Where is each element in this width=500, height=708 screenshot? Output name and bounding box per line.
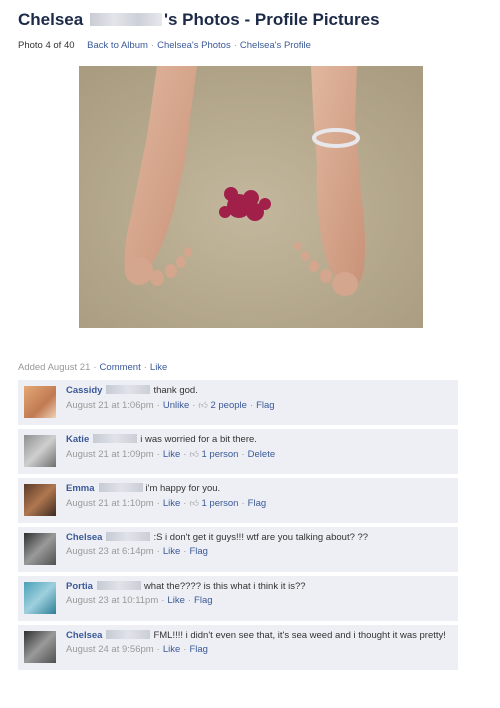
comment-body: Chelsea FML!!!! i didn't even see that, i…	[66, 630, 452, 642]
comment-meta: August 23 at 6:14pm · Like · Flag	[66, 546, 208, 557]
owner-name[interactable]: Chelsea	[18, 10, 83, 29]
comment-body: Cassidy thank god.	[66, 385, 452, 397]
comment-body: Emma i'm happy for you.	[66, 483, 452, 495]
commenter-name[interactable]: Katie	[66, 434, 89, 445]
commenter-name[interactable]: Portia	[66, 581, 93, 592]
like-link[interactable]: Like	[163, 449, 180, 460]
thumbs-up-icon: 👍︎	[198, 400, 208, 410]
comment-list: Cassidy thank god. August 21 at 1:06pm · Un…	[18, 380, 458, 674]
comment-meta: August 21 at 1:06pm · Unlike · 👍︎ 2 people · F…	[66, 400, 275, 411]
page-title: Chelsea 's Photos - Profile Pictures	[18, 10, 380, 30]
photo-actions: Added August 21 · Comment · Like	[18, 362, 167, 373]
redacted-surname	[106, 630, 151, 639]
like-link[interactable]: Like	[150, 362, 167, 373]
comment-text: i was worried for a bit there.	[140, 434, 257, 445]
comment-time: August 21 at 1:06pm	[66, 400, 154, 411]
comment-time: August 23 at 6:14pm	[66, 546, 154, 557]
owner-profile-link[interactable]: Chelsea's Profile	[240, 40, 311, 51]
redacted-surname	[106, 385, 151, 394]
comment-time: August 24 at 9:56pm	[66, 644, 154, 655]
likes-count-link[interactable]: 2 people	[210, 400, 246, 411]
redacted-surname	[89, 13, 162, 26]
photo-image	[79, 66, 423, 328]
avatar[interactable]	[24, 435, 56, 467]
like-link[interactable]: Like	[167, 595, 184, 606]
redacted-surname	[93, 434, 138, 443]
avatar[interactable]	[24, 386, 56, 418]
thumbs-up-icon: 👍︎	[189, 449, 199, 459]
comment-text: FML!!!! i didn't even see that, it's sea…	[153, 630, 446, 641]
comment-body: Chelsea :S i don't get it guys!!! wtf are…	[66, 532, 452, 544]
comment-text: thank god.	[153, 385, 198, 396]
comment-body: Katie i was worried for a bit there.	[66, 434, 452, 446]
comment-meta: August 21 at 1:09pm · Like · 👍︎ 1 person · Del…	[66, 449, 276, 460]
redacted-surname	[106, 532, 151, 541]
likes-count-link[interactable]: 1 person	[202, 449, 239, 460]
comment-item: Emma i'm happy for you. August 21 at 1:10…	[18, 478, 458, 524]
avatar[interactable]	[24, 533, 56, 565]
likes-count-link[interactable]: 1 person	[202, 498, 239, 509]
commenter-name[interactable]: Chelsea	[66, 532, 102, 543]
comment-meta: August 21 at 1:10pm · Like · 👍︎ 1 person · Fla…	[66, 498, 267, 509]
redacted-surname	[96, 581, 141, 590]
separator-dot: ·	[150, 40, 155, 51]
photo-position: Photo 4 of 40	[18, 40, 75, 51]
unlike-link[interactable]: Unlike	[163, 400, 189, 411]
comment-item: Cassidy thank god. August 21 at 1:06pm · Un…	[18, 380, 458, 426]
thumbs-up-icon: 👍︎	[189, 498, 199, 508]
back-to-album-link[interactable]: Back to Album	[87, 40, 148, 51]
comment-item: Katie i was worried for a bit there. Augu…	[18, 429, 458, 475]
comment-item: Chelsea :S i don't get it guys!!! wtf are…	[18, 527, 458, 573]
flag-link[interactable]: Flag	[248, 498, 266, 509]
comment-item: Portia what the???? is this what i think …	[18, 576, 458, 622]
comment-time: August 21 at 1:09pm	[66, 449, 154, 460]
comment-item: Chelsea FML!!!! i didn't even see that, i…	[18, 625, 458, 671]
flag-link[interactable]: Flag	[256, 400, 274, 411]
commenter-name[interactable]: Cassidy	[66, 385, 102, 396]
comment-meta: August 24 at 9:56pm · Like · Flag	[66, 644, 208, 655]
flag-link[interactable]: Flag	[189, 644, 207, 655]
separator-dot: ·	[143, 362, 147, 373]
like-link[interactable]: Like	[163, 546, 180, 557]
photo-subnav: Photo 4 of 40 Back to Album · Chelsea's Ph…	[18, 40, 311, 51]
avatar[interactable]	[24, 631, 56, 663]
like-link[interactable]: Like	[163, 644, 180, 655]
separator-dot: ·	[93, 362, 97, 373]
comment-body: Portia what the???? is this what i think …	[66, 581, 452, 593]
comment-link[interactable]: Comment	[100, 362, 141, 373]
commenter-name[interactable]: Chelsea	[66, 630, 102, 641]
flag-link[interactable]: Flag	[189, 546, 207, 557]
separator-dot: ·	[233, 40, 237, 51]
like-link[interactable]: Like	[163, 498, 180, 509]
comment-time: August 21 at 1:10pm	[66, 498, 154, 509]
comment-meta: August 23 at 10:11pm · Like · Flag	[66, 595, 213, 606]
commenter-name[interactable]: Emma	[66, 483, 95, 494]
main-photo[interactable]	[79, 66, 423, 328]
added-date: Added August 21	[18, 362, 91, 373]
owner-photos-link[interactable]: Chelsea's Photos	[157, 40, 231, 51]
comment-text: what the???? is this what i think it is?…	[143, 581, 306, 592]
avatar[interactable]	[24, 484, 56, 516]
comment-text: :S i don't get it guys!!! wtf are you ta…	[153, 532, 369, 543]
flag-link[interactable]: Flag	[194, 595, 212, 606]
avatar[interactable]	[24, 582, 56, 614]
redacted-surname	[98, 483, 143, 492]
delete-link[interactable]: Delete	[248, 449, 275, 460]
comment-text: i'm happy for you.	[145, 483, 221, 494]
comment-time: August 23 at 10:11pm	[66, 595, 159, 606]
title-suffix: 's Photos - Profile Pictures	[163, 10, 380, 29]
